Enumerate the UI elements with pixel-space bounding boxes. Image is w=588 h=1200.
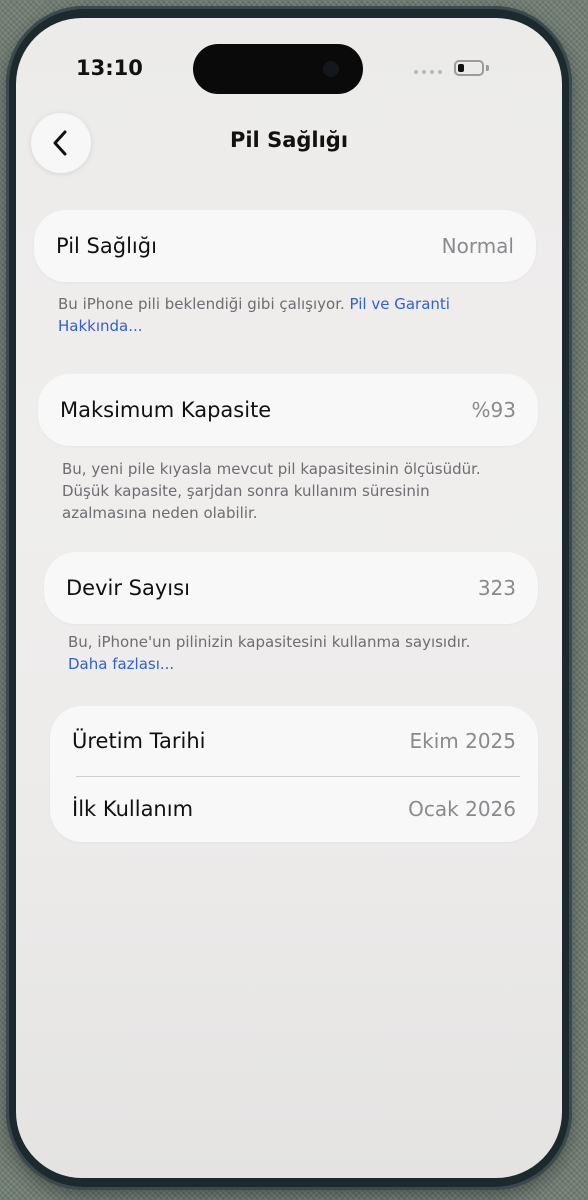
cycle-count-footnote-text: Bu, iPhone'un pilinizin kapasitesini kul… xyxy=(68,633,471,651)
dynamic-island xyxy=(193,44,363,94)
status-time: 13:10 xyxy=(76,56,143,80)
cycle-count-card: Devir Sayısı 323 xyxy=(44,552,538,624)
battery-health-row: Pil Sağlığı Normal xyxy=(34,210,536,282)
max-capacity-footnote: Bu, yeni pile kıyasla mevcut pil kapasit… xyxy=(62,458,532,524)
max-capacity-footnote-line3: azalmasına neden olabilir. xyxy=(62,504,258,522)
dates-card: Üretim Tarihi Ekim 2025 İlk Kullanım Oca… xyxy=(50,706,538,842)
page-title: Pil Sağlığı xyxy=(229,128,349,152)
max-capacity-row: Maksimum Kapasite %93 xyxy=(38,374,538,446)
learn-more-link[interactable]: Daha fazlası... xyxy=(68,653,538,675)
first-use-row: İlk Kullanım Ocak 2026 xyxy=(50,776,538,842)
cellular-signal-icon xyxy=(414,70,444,76)
battery-health-card: Pil Sağlığı Normal xyxy=(34,210,536,282)
cycle-count-label: Devir Sayısı xyxy=(66,576,190,600)
max-capacity-footnote-line1: Bu, yeni pile kıyasla mevcut pil kapasit… xyxy=(62,460,481,478)
battery-fill xyxy=(458,64,464,72)
phone-frame: 13:10 Pil Sağlığı Pil Sağlığı Normal Bu … xyxy=(6,6,572,1190)
battery-icon xyxy=(454,60,484,76)
cycle-count-row: Devir Sayısı 323 xyxy=(44,552,538,624)
manufacture-date-row: Üretim Tarihi Ekim 2025 xyxy=(50,706,538,776)
battery-health-value: Normal xyxy=(441,234,514,258)
warranty-link[interactable]: Pil ve Garanti xyxy=(350,295,450,313)
cycle-count-footnote: Bu, iPhone'un pilinizin kapasitesini kul… xyxy=(68,631,538,675)
manufacture-date-label: Üretim Tarihi xyxy=(72,729,206,753)
max-capacity-label: Maksimum Kapasite xyxy=(60,398,272,422)
first-use-label: İlk Kullanım xyxy=(72,797,194,821)
battery-health-footnote: Bu iPhone pili beklendiği gibi çalışıyor… xyxy=(58,293,518,337)
max-capacity-card: Maksimum Kapasite %93 xyxy=(38,374,538,446)
battery-tip xyxy=(486,65,489,71)
screen: 13:10 Pil Sağlığı Pil Sağlığı Normal Bu … xyxy=(16,18,562,1178)
max-capacity-footnote-line2: Düşük kapasite, şarjdan sonra kullanım s… xyxy=(62,482,430,500)
warranty-link-cont[interactable]: Hakkında... xyxy=(58,317,143,335)
first-use-value: Ocak 2026 xyxy=(408,797,516,821)
battery-health-footnote-text: Bu iPhone pili beklendiği gibi çalışıyor… xyxy=(58,295,345,313)
front-camera-icon xyxy=(323,61,339,77)
max-capacity-value: %93 xyxy=(471,398,516,422)
cycle-count-value: 323 xyxy=(477,576,516,600)
manufacture-date-value: Ekim 2025 xyxy=(409,729,516,753)
battery-health-label: Pil Sağlığı xyxy=(56,234,157,258)
